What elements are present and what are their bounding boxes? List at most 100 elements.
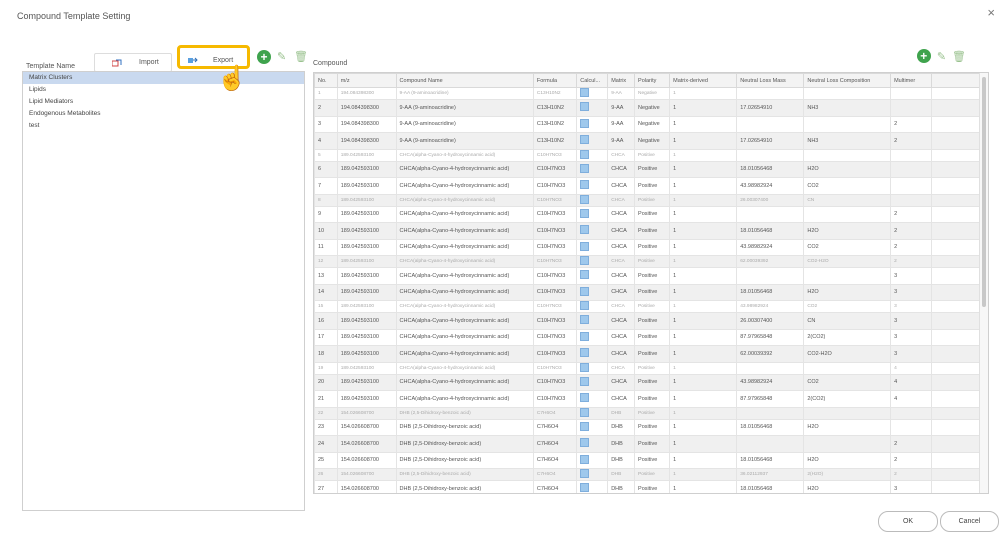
table-row[interactable]: 9 189.042593100 CHCA(alpha-Cyano-4-hydroxy… (314, 205, 982, 223)
table-row[interactable]: 27 154.026608700 DHB (2,5-Dihidroxy-benzoi… (314, 480, 982, 493)
calculate-checkbox-cell[interactable] (576, 87, 609, 100)
table-row[interactable]: 25 154.026608700 DHB (2,5-Dihidroxy-benzoi… (314, 451, 982, 469)
checkbox[interactable] (580, 393, 590, 403)
calculate-checkbox-cell[interactable] (576, 361, 609, 375)
calculate-checkbox-cell[interactable] (576, 205, 609, 223)
table-row[interactable]: 26 154.026608700 DHB (2,5-Dihidroxy-benzoi… (314, 468, 982, 481)
column-header[interactable]: Neutral Loss Mass (736, 73, 805, 88)
column-header[interactable]: Multimer (890, 73, 933, 88)
calculate-checkbox-cell[interactable] (576, 418, 609, 436)
checkbox[interactable] (580, 483, 590, 493)
table-row[interactable]: 7 189.042593100 CHCA(alpha-Cyano-4-hydroxy… (314, 177, 982, 195)
calculate-checkbox-cell[interactable] (576, 312, 609, 330)
table-row[interactable]: 19 189.042593100 CHCA(alpha-Cyano-4-hydrox… (314, 361, 982, 375)
add-template-button[interactable]: + (257, 50, 271, 64)
table-row[interactable]: 10 189.042593100 CHCA(alpha-Cyano-4-hydrox… (314, 222, 982, 240)
checkbox[interactable] (580, 331, 590, 341)
table-row[interactable]: 6 189.042593100 CHCA(alpha-Cyano-4-hydroxy… (314, 160, 982, 178)
column-header[interactable]: Calcul... (576, 73, 609, 88)
checkbox[interactable] (580, 270, 590, 280)
checkbox[interactable] (580, 286, 590, 296)
table-row[interactable]: 14 189.042593100 CHCA(alpha-Cyano-4-hydrox… (314, 283, 982, 301)
checkbox[interactable] (580, 408, 590, 417)
table-row[interactable]: 1 194.084398300 9-AA (9-aminoacridine) C13H… (314, 87, 982, 100)
checkbox[interactable] (580, 150, 590, 159)
column-header[interactable]: m/z (336, 73, 397, 88)
table-row[interactable]: 12 189.042593100 CHCA(alpha-Cyano-4-hydrox… (314, 255, 982, 268)
checkbox[interactable] (580, 195, 590, 204)
table-row[interactable]: 24 154.026608700 DHB (2,5-Dihidroxy-benzoi… (314, 435, 982, 453)
calculate-checkbox-cell[interactable] (576, 267, 609, 285)
calculate-checkbox-cell[interactable] (576, 148, 609, 162)
checkbox[interactable] (580, 180, 590, 190)
checkbox[interactable] (580, 454, 590, 464)
calculate-checkbox-cell[interactable] (576, 480, 609, 493)
calculate-checkbox-cell[interactable] (576, 283, 609, 301)
close-icon[interactable]: × (987, 6, 995, 19)
calculate-checkbox-cell[interactable] (576, 115, 609, 133)
calculate-checkbox-cell[interactable] (576, 99, 609, 117)
calculate-checkbox-cell[interactable] (576, 193, 609, 207)
table-row[interactable]: 17 189.042593100 CHCA(alpha-Cyano-4-hydrox… (314, 328, 982, 346)
calculate-checkbox-cell[interactable] (576, 373, 609, 391)
template-item[interactable]: Endogenous Metabolites (23, 108, 304, 120)
calculate-checkbox-cell[interactable] (576, 255, 609, 268)
delete-template-button[interactable]: 🗑 (294, 50, 308, 63)
checkbox[interactable] (580, 256, 590, 265)
edit-compound-button[interactable]: ✎ (937, 50, 946, 63)
column-header[interactable]: Matrix (607, 73, 636, 88)
calculate-checkbox-cell[interactable] (576, 435, 609, 453)
template-item[interactable]: Lipid Mediators (23, 96, 304, 108)
checkbox[interactable] (580, 135, 590, 145)
checkbox[interactable] (580, 208, 590, 218)
column-header[interactable]: Compound Name (395, 73, 534, 88)
checkbox[interactable] (580, 376, 590, 386)
calculate-checkbox-cell[interactable] (576, 328, 609, 346)
calculate-checkbox-cell[interactable] (576, 345, 609, 363)
checkbox[interactable] (580, 118, 590, 128)
checkbox[interactable] (580, 225, 590, 235)
column-header[interactable]: Matrix-derived (669, 73, 738, 88)
calculate-checkbox-cell[interactable] (576, 238, 609, 256)
table-row[interactable]: 3 194.084398300 9-AA (9-aminoacridine) C13H… (314, 115, 982, 133)
calculate-checkbox-cell[interactable] (576, 132, 609, 150)
table-row[interactable]: 22 154.026608700 DHB (2,5-Dihidroxy-benzoi… (314, 406, 982, 420)
calculate-checkbox-cell[interactable] (576, 222, 609, 240)
template-item[interactable]: Lipids (23, 84, 304, 96)
checkbox[interactable] (580, 348, 590, 358)
table-row[interactable]: 13 189.042593100 CHCA(alpha-Cyano-4-hydrox… (314, 267, 982, 285)
checkbox[interactable] (580, 241, 590, 251)
table-row[interactable]: 18 189.042593100 CHCA(alpha-Cyano-4-hydrox… (314, 345, 982, 363)
template-item[interactable]: test (23, 120, 304, 132)
table-row[interactable]: 16 189.042593100 CHCA(alpha-Cyano-4-hydrox… (314, 312, 982, 330)
table-row[interactable]: 4 194.084398300 9-AA (9-aminoacridine) C13H… (314, 132, 982, 150)
table-row[interactable]: 21 189.042593100 CHCA(alpha-Cyano-4-hydrox… (314, 390, 982, 408)
checkbox[interactable] (580, 102, 590, 112)
calculate-checkbox-cell[interactable] (576, 160, 609, 178)
edit-template-button[interactable]: ✎ (277, 50, 286, 63)
table-row[interactable]: 23 154.026608700 DHB (2,5-Dihidroxy-benzoi… (314, 418, 982, 436)
checkbox[interactable] (580, 163, 590, 173)
calculate-checkbox-cell[interactable] (576, 451, 609, 469)
delete-compound-button[interactable]: 🗑 (952, 50, 966, 63)
checkbox[interactable] (580, 301, 590, 310)
table-row[interactable]: 8 189.042593100 CHCA(alpha-Cyano-4-hydroxy… (314, 193, 982, 207)
calculate-checkbox-cell[interactable] (576, 468, 609, 481)
calculate-checkbox-cell[interactable] (576, 390, 609, 408)
scrollbar-thumb[interactable] (982, 77, 986, 307)
table-row[interactable]: 2 194.084398300 9-AA (9-aminoacridine) C13H… (314, 99, 982, 117)
table-scrollbar[interactable] (979, 73, 988, 493)
checkbox[interactable] (580, 469, 590, 478)
template-item[interactable]: Matrix Clusters (23, 72, 304, 84)
table-row[interactable]: 20 189.042593100 CHCA(alpha-Cyano-4-hydrox… (314, 373, 982, 391)
checkbox[interactable] (580, 88, 590, 97)
calculate-checkbox-cell[interactable] (576, 177, 609, 195)
column-header[interactable]: No. (314, 73, 338, 88)
checkbox[interactable] (580, 421, 590, 431)
cancel-button[interactable]: Cancel (940, 511, 999, 532)
column-header[interactable]: Polarity (634, 73, 671, 88)
calculate-checkbox-cell[interactable] (576, 300, 609, 313)
column-header[interactable]: Formula (532, 73, 578, 88)
ok-button[interactable]: OK (878, 511, 938, 532)
checkbox[interactable] (580, 363, 590, 372)
